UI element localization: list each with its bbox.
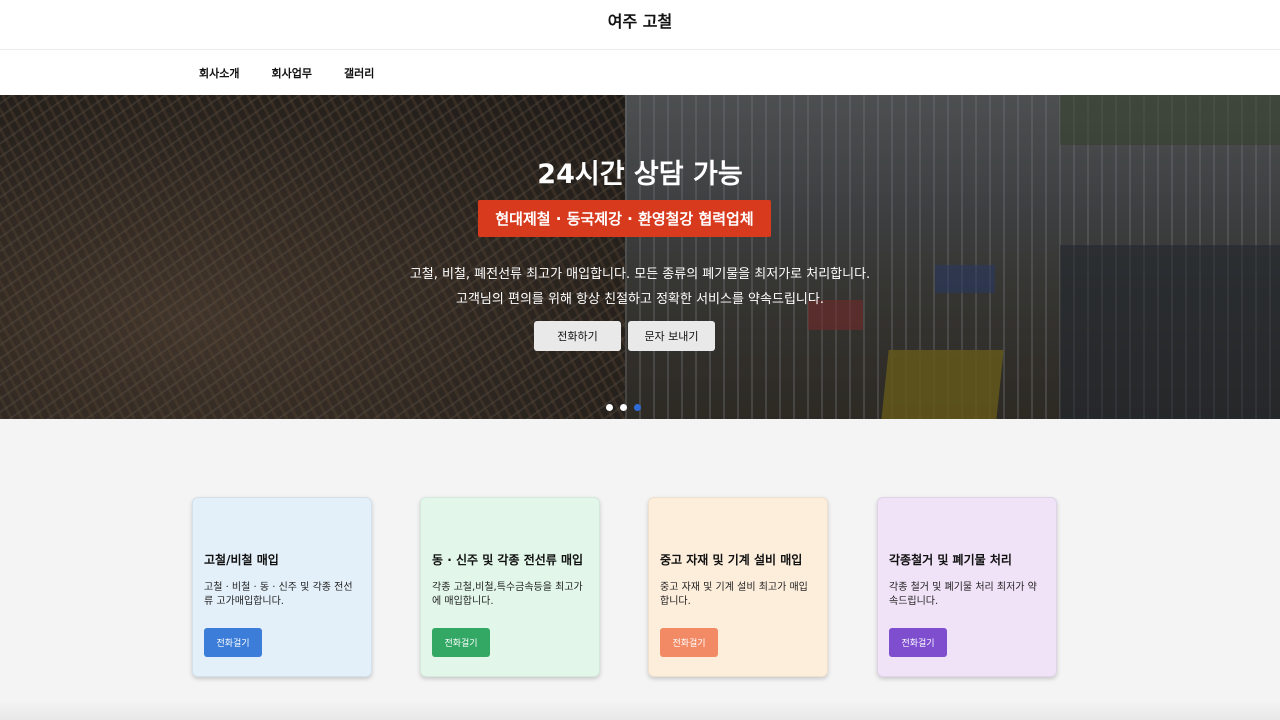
service-cards: 고철/비철 매입 고철 · 비철 · 동 · 신주 및 각종 전선류 고가매입합… bbox=[192, 497, 1062, 678]
hero-description: 고철, 비철, 폐전선류 최고가 매입합니다. 모든 종류의 폐기물을 최저가로… bbox=[0, 262, 1280, 312]
card-call-button[interactable]: 전화걸기 bbox=[432, 628, 490, 657]
service-card-machinery: 중고 자재 및 기계 설비 매입 중고 자재 및 기계 설비 최고가 매입합니다… bbox=[648, 497, 828, 677]
card-description: 각종 철거 및 폐기물 처리 최저가 약속드립니다. bbox=[889, 582, 1037, 607]
nav-item-gallery[interactable]: 갤러리 bbox=[344, 65, 374, 81]
carousel-dot[interactable] bbox=[620, 404, 627, 411]
carousel-dot[interactable] bbox=[606, 404, 613, 411]
hero-description-line: 고객님의 편의를 위해 항상 친절하고 정확한 서비스를 약속드립니다. bbox=[456, 292, 824, 307]
card-title: 동 · 신주 및 각종 전선류 매입 bbox=[432, 553, 584, 567]
nav-item-about[interactable]: 회사소개 bbox=[199, 65, 239, 81]
service-card-demolition: 각종철거 및 폐기물 처리 각종 철거 및 폐기물 처리 최저가 약속드립니다.… bbox=[877, 497, 1057, 677]
sms-button[interactable]: 문자 보내기 bbox=[628, 321, 715, 351]
partner-badge: 현대제철 · 동국제강 · 환영철강 협력업체 bbox=[478, 200, 771, 237]
service-card-scrap: 고철/비철 매입 고철 · 비철 · 동 · 신주 및 각종 전선류 고가매입합… bbox=[192, 497, 372, 677]
card-title: 각종철거 및 폐기물 처리 bbox=[889, 553, 1012, 567]
card-title: 고철/비철 매입 bbox=[204, 553, 279, 567]
call-button[interactable]: 전화하기 bbox=[534, 321, 621, 351]
card-call-button[interactable]: 전화걸기 bbox=[204, 628, 262, 657]
card-description: 고철 · 비철 · 동 · 신주 및 각종 전선류 고가매입합니다. bbox=[204, 582, 353, 607]
hero-description-line: 고철, 비철, 폐전선류 최고가 매입합니다. 모든 종류의 폐기물을 최저가로… bbox=[409, 267, 871, 282]
site-title[interactable]: 여주 고철 bbox=[608, 8, 672, 32]
card-title: 중고 자재 및 기계 설비 매입 bbox=[660, 553, 803, 567]
main-nav: 회사소개 회사업무 갤러리 bbox=[0, 50, 1280, 95]
carousel-indicators bbox=[606, 404, 641, 411]
card-description: 각종 고철,비철,특수금속등을 최고가에 매입합니다. bbox=[432, 582, 583, 607]
hero-banner: 24시간 상담 가능 현대제철 · 동국제강 · 환영철강 협력업체 고철, 비… bbox=[0, 95, 1280, 419]
nav-item-services[interactable]: 회사업무 bbox=[271, 65, 311, 81]
site-header: 여주 고철 bbox=[0, 0, 1280, 50]
hero-headline: 24시간 상담 가능 bbox=[537, 159, 743, 190]
carousel-dot-active[interactable] bbox=[634, 404, 641, 411]
card-description: 중고 자재 및 기계 설비 최고가 매입합니다. bbox=[660, 582, 808, 607]
service-card-copper: 동 · 신주 및 각종 전선류 매입 각종 고철,비철,특수금속등을 최고가에 … bbox=[420, 497, 600, 677]
card-call-button[interactable]: 전화걸기 bbox=[660, 628, 718, 657]
card-call-button[interactable]: 전화걸기 bbox=[889, 628, 947, 657]
